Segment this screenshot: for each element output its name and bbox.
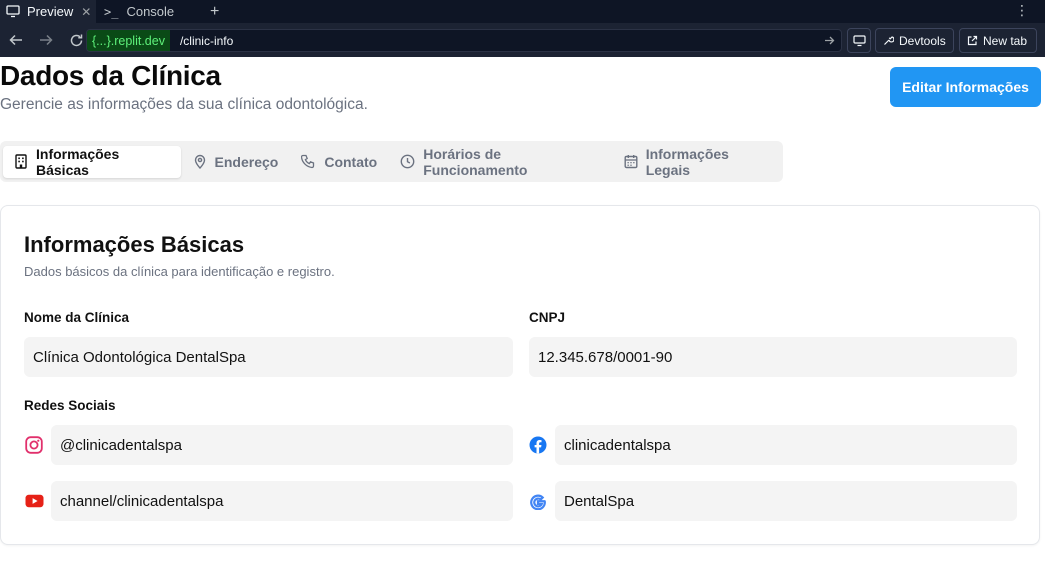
facebook-field[interactable]: clinicadentalspa	[555, 425, 1017, 465]
youtube-icon	[24, 491, 44, 511]
tab-opening-hours-label: Horários de Funcionamento	[423, 145, 528, 178]
card-subtitle: Dados básicos da clínica para identifica…	[24, 264, 335, 279]
new-pane-button[interactable]: +	[200, 0, 229, 23]
tab-legal-info-label: Informações Legais	[645, 145, 729, 178]
tab-opening-hours[interactable]: Horários de Funcionamento	[389, 146, 611, 178]
cnpj-label: CNPJ	[529, 310, 566, 325]
page-title: Dados da Clínica	[0, 60, 221, 91]
calendar-icon	[624, 154, 638, 169]
tab-address[interactable]: Endereço	[182, 146, 290, 178]
monitor-small-icon	[852, 34, 866, 47]
clinic-name-label: Nome da Clínica	[24, 310, 130, 325]
clinic-name-field[interactable]: Clínica Odontológica DentalSpa	[24, 337, 513, 377]
close-icon[interactable]: ✕	[81, 5, 91, 19]
devtools-button[interactable]: Devtools	[875, 28, 954, 53]
tab-console-label: Console	[126, 4, 175, 19]
wrench-icon	[883, 35, 894, 46]
tab-basic-info-label: Informações Básicas	[36, 145, 120, 178]
screen-size-button[interactable]	[847, 28, 871, 53]
cnpj-field[interactable]: 12.345.678/0001-90	[529, 337, 1017, 377]
instagram-icon	[24, 435, 44, 455]
go-arrow-icon[interactable]	[824, 33, 835, 51]
google-field[interactable]: DentalSpa	[555, 481, 1017, 521]
clock-icon	[400, 154, 415, 169]
tab-legal-info[interactable]: Informações Legais	[613, 146, 782, 178]
url-domain: {...}.replit.dev	[87, 30, 170, 51]
more-vertical-icon[interactable]: ⋮	[1015, 2, 1029, 19]
tab-contact[interactable]: Contato	[290, 146, 388, 178]
terminal-icon: >_	[104, 4, 119, 19]
devtools-label: Devtools	[899, 33, 946, 48]
new-tab-button[interactable]: New tab	[959, 28, 1037, 53]
facebook-icon	[528, 435, 548, 455]
address-bar[interactable]: {...}.replit.dev /clinic-info	[86, 29, 842, 52]
tab-preview[interactable]: Preview ✕	[0, 0, 96, 23]
tab-contact-label: Contato	[324, 153, 378, 170]
external-link-icon	[967, 35, 978, 46]
workspace-tabbar: Preview ✕ >_ Console + ⋮	[0, 0, 1045, 23]
building-icon	[14, 154, 28, 169]
back-arrow-icon[interactable]	[2, 26, 30, 54]
new-tab-label: New tab	[983, 33, 1028, 48]
phone-icon	[301, 154, 316, 169]
info-tabs: Informações Básicas Endereço Contato Hor…	[0, 141, 783, 182]
url-path: /clinic-info	[179, 33, 234, 48]
basic-info-card: Informações Básicas Dados básicos da clí…	[0, 205, 1040, 545]
preview-urlbar: {...}.replit.dev /clinic-info Devtools N…	[0, 23, 1045, 57]
edit-info-button[interactable]: Editar Informações	[890, 67, 1041, 107]
map-pin-icon	[193, 154, 207, 169]
monitor-icon	[6, 5, 20, 18]
tab-address-label: Endereço	[214, 153, 279, 170]
tab-console[interactable]: >_ Console	[96, 0, 200, 23]
tab-basic-info[interactable]: Informações Básicas	[3, 145, 181, 178]
youtube-field[interactable]: channel/clinicadentalspa	[51, 481, 513, 521]
forward-arrow-icon[interactable]	[32, 26, 60, 54]
instagram-field[interactable]: @clinicadentalspa	[51, 425, 513, 465]
page-subtitle: Gerencie as informações da sua clínica o…	[0, 96, 368, 113]
google-icon	[528, 491, 548, 511]
card-title: Informações Básicas	[24, 232, 245, 257]
social-networks-label: Redes Sociais	[24, 398, 116, 413]
tab-preview-label: Preview	[27, 4, 74, 19]
